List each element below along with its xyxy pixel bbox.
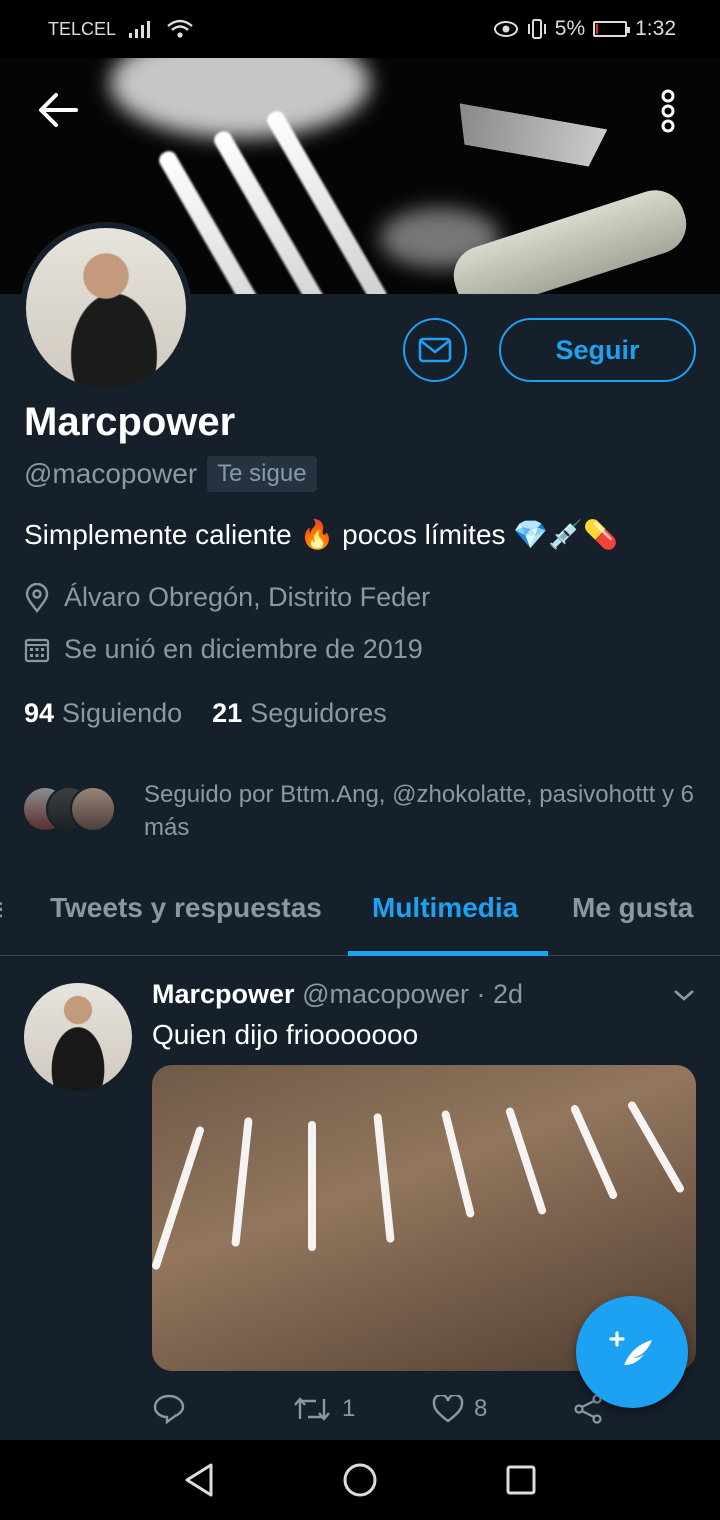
location-pin-icon xyxy=(25,582,49,613)
like-action[interactable]: 8 xyxy=(432,1395,572,1423)
retweet-action[interactable]: 1 xyxy=(292,1395,432,1423)
follow-button[interactable]: Seguir xyxy=(499,318,696,382)
tweet-text: Quien dijo friooooooo xyxy=(152,1019,419,1050)
message-button[interactable] xyxy=(403,318,467,382)
followers-link[interactable]: 21 Seguidores xyxy=(212,698,387,729)
twitter-profile-screen: TELCEL 5% 1:32 Seguir Marcpower @macopow… xyxy=(0,0,720,1520)
location-row: Álvaro Obregón, Distrito Feder xyxy=(24,582,430,613)
share-icon xyxy=(574,1394,602,1424)
handle-row: @macopower Te sigue xyxy=(24,456,317,492)
chevron-down-icon[interactable] xyxy=(672,987,696,1003)
retweet-icon xyxy=(294,1397,330,1421)
tab-media[interactable]: Multimedia xyxy=(372,892,518,924)
back-arrow-icon[interactable] xyxy=(36,90,78,130)
joined-row: Se unió en diciembre de 2019 xyxy=(24,634,423,665)
tweet-handle-time: @macopower · 2d xyxy=(302,979,524,1009)
profile-avatar[interactable] xyxy=(20,222,192,394)
eye-icon xyxy=(493,21,518,37)
tab-tweets-replies[interactable]: Tweets y respuestas xyxy=(50,892,322,924)
status-bar: TELCEL 5% 1:32 xyxy=(0,0,720,58)
tweet-author-name: Marcpower xyxy=(152,979,295,1009)
followers-count: 21 xyxy=(212,698,243,728)
signal-icon xyxy=(129,21,151,38)
retweet-count: 1 xyxy=(342,1395,356,1422)
profile-name: Marcpower xyxy=(24,400,236,444)
carrier-label: TELCEL xyxy=(48,18,117,39)
followed-by-row[interactable]: Seguido por Bttm.Ang, @zhokolatte, pasiv… xyxy=(22,778,704,844)
more-options-icon[interactable] xyxy=(658,88,678,134)
tweet-avatar[interactable] xyxy=(24,983,132,1091)
tab-likes[interactable]: Me gusta xyxy=(572,892,693,924)
joined-text: Se unió en diciembre de 2019 xyxy=(64,634,423,664)
heart-icon xyxy=(432,1395,464,1423)
tab-tweets-partial[interactable]: s xyxy=(0,892,2,924)
reply-action[interactable] xyxy=(152,1393,292,1425)
profile-tabs: s Tweets y respuestas Multimedia Me gust… xyxy=(0,880,720,956)
follows-you-badge: Te sigue xyxy=(207,456,317,492)
following-link[interactable]: 94 Siguiendo xyxy=(24,698,182,729)
followed-by-text: Seguido por Bttm.Ang, @zhokolatte, pasiv… xyxy=(144,781,695,841)
android-nav-bar xyxy=(0,1440,720,1520)
profile-handle: @macopower xyxy=(24,458,198,489)
wifi-icon xyxy=(167,19,193,38)
location-text: Álvaro Obregón, Distrito Feder xyxy=(64,582,431,612)
nav-recents-icon[interactable] xyxy=(505,1464,537,1496)
like-count: 8 xyxy=(474,1395,488,1422)
compose-tweet-button[interactable] xyxy=(576,1296,688,1408)
tweet-actions: 1 8 xyxy=(152,1393,622,1425)
compose-feather-icon xyxy=(609,1331,652,1372)
battery-icon xyxy=(593,21,631,37)
calendar-icon xyxy=(24,638,50,662)
nav-home-icon[interactable] xyxy=(342,1462,378,1498)
clock: 1:32 xyxy=(635,17,676,40)
envelope-icon xyxy=(418,337,452,363)
vibrate-icon xyxy=(527,19,546,39)
follow-counts: 94 Siguiendo 21 Seguidores xyxy=(24,698,387,729)
following-label: Siguiendo xyxy=(62,698,183,728)
active-tab-indicator xyxy=(348,951,548,956)
followers-label: Seguidores xyxy=(250,698,387,728)
follower-avatar xyxy=(70,786,116,832)
nav-back-icon[interactable] xyxy=(183,1462,215,1498)
battery-percent: 5% xyxy=(554,17,586,40)
following-count: 94 xyxy=(24,698,55,728)
tweet-header: Marcpower @macopower · 2d xyxy=(152,979,523,1010)
reply-icon xyxy=(153,1394,185,1425)
share-action[interactable] xyxy=(572,1394,604,1424)
profile-bio: Simplemente caliente 🔥 pocos límites 💎💉💊 xyxy=(24,519,618,550)
